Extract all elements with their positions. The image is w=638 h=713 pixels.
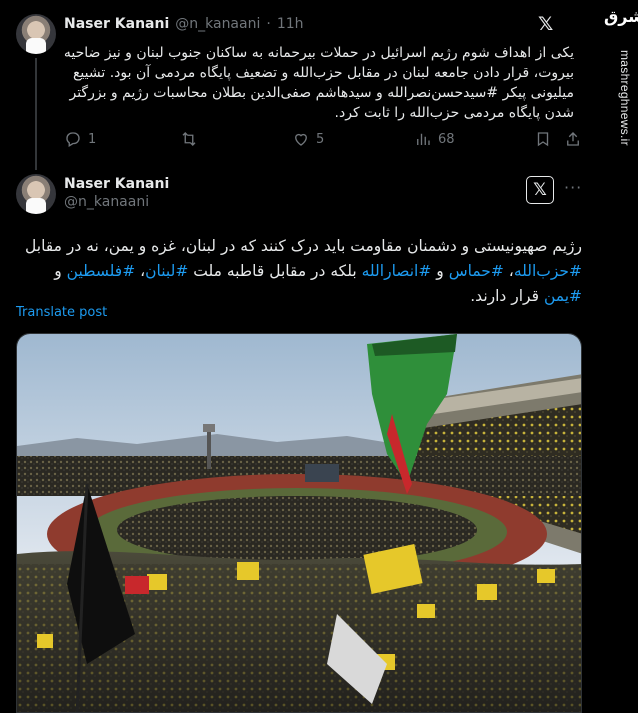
like-icon <box>295 133 307 146</box>
author-name[interactable]: Naser Kanani <box>64 16 169 32</box>
author-handle[interactable]: @n_kanaani <box>64 194 149 210</box>
views-icon <box>417 133 430 145</box>
hashtag-link[interactable]: #یمن <box>544 287 582 305</box>
like-button[interactable]: 5 <box>292 130 324 148</box>
reply-icon <box>66 132 80 147</box>
bookmark-button[interactable] <box>534 130 552 148</box>
thread-line <box>35 58 37 170</box>
tweet1-actions: 1 5 68 <box>64 130 580 152</box>
tweet2-header: Naser Kanani @n_kanaani <box>64 176 169 210</box>
more-options-icon[interactable]: ··· <box>564 178 582 197</box>
watermark: مشرق mashreghnews.ir <box>604 0 638 713</box>
translate-post-link[interactable]: Translate post <box>16 305 107 320</box>
avatar[interactable] <box>16 174 56 214</box>
tweet-text-segment: ، <box>503 262 514 280</box>
share-button[interactable] <box>564 130 582 148</box>
x-logo-icon: 𝕏 <box>526 176 554 204</box>
avatar[interactable] <box>16 14 56 54</box>
like-count: 5 <box>316 131 325 147</box>
views-count: 68 <box>438 131 455 147</box>
tweet-text-segment: رژیم صهیونیستی و دشمنان مقاومت باید درک … <box>25 237 582 255</box>
repost-icon <box>182 132 196 146</box>
reply-count: 1 <box>88 131 97 147</box>
tweet-text-segment: و <box>431 262 449 280</box>
tweet1-text: یکی از اهداف شوم رژیم اسرائیل در حملات ب… <box>63 45 574 121</box>
post-time[interactable]: 11h <box>277 16 304 32</box>
author-handle[interactable]: @n_kanaani <box>175 16 260 32</box>
stadium-photo <box>17 334 581 712</box>
share-icon <box>567 132 579 146</box>
hashtag-link[interactable]: #لبنان <box>145 262 188 280</box>
tweet2-text: رژیم صهیونیستی و دشمنان مقاومت باید درک … <box>16 234 582 309</box>
bookmark-icon <box>537 132 549 147</box>
tweet-text-segment: بلکه در مقابل قاطبه ملت <box>188 262 362 280</box>
reply-button[interactable]: 1 <box>64 130 96 148</box>
views-button[interactable]: 68 <box>414 130 455 148</box>
watermark-logo: مشرق <box>604 7 638 26</box>
hashtag-link[interactable]: #فلسطین <box>67 262 136 280</box>
repost-button[interactable] <box>180 130 204 148</box>
hashtag-link[interactable]: #انصارالله <box>362 262 432 280</box>
hashtag-link[interactable]: #حماس <box>449 262 504 280</box>
tweet-text-segment: قرار دارند. <box>470 287 544 305</box>
author-name[interactable]: Naser Kanani <box>64 176 169 192</box>
post-image[interactable] <box>16 333 582 713</box>
hashtag-link[interactable]: #حزب‌الله <box>514 262 582 280</box>
tweet-text-segment: و <box>54 262 67 280</box>
tweet-text-segment: ، <box>135 262 146 280</box>
watermark-site: mashreghnews.ir <box>618 50 632 146</box>
x-logo-icon: 𝕏 <box>538 13 554 35</box>
tweet1-header: Naser Kanani @n_kanaani · 11h <box>64 16 304 32</box>
